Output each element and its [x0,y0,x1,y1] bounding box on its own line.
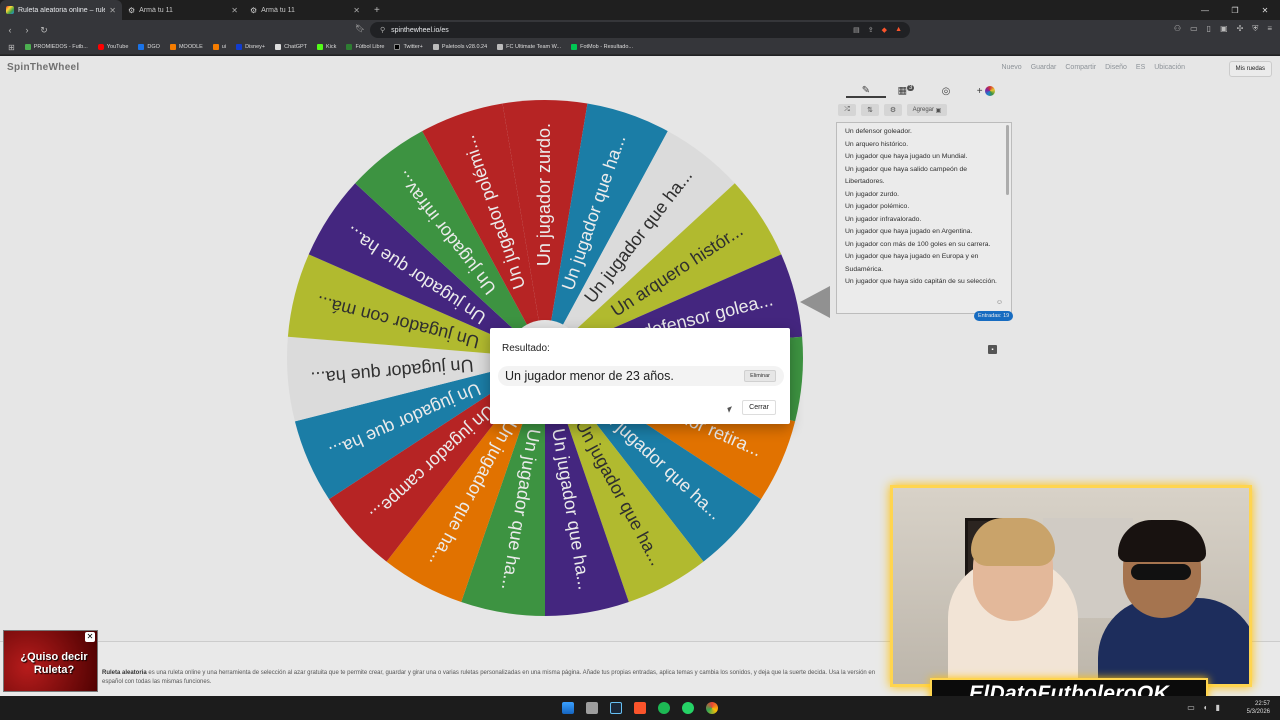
footer-text: es una ruleta online y una herramienta d… [102,670,876,685]
bookmark-icon[interactable]: 🔖︎ [355,24,365,33]
close-tab-icon[interactable]: ✕ [231,6,238,15]
bookmark-item[interactable]: FC Ultimate Team W... [497,44,561,50]
close-button[interactable]: Cerrar [742,400,776,415]
tab-title: Ruleta aleatoria online – ruleta o [18,6,106,14]
wheel-favicon-icon [6,6,14,14]
url-text: spinthewheel.io/es [391,26,449,34]
site-info-icon[interactable]: ⚲ [380,26,385,34]
share-icon[interactable]: ⇪ [868,26,874,34]
steam-icon[interactable] [610,702,622,714]
system-tray: ▭ ◖ ▮ [1187,703,1220,712]
result-text: Un jugador menor de 23 años. [505,369,674,383]
bookmark-label: DGO [147,44,160,50]
new-tab-button[interactable]: + [366,0,388,20]
result-label: Resultado: [502,343,550,354]
windows-taskbar [0,696,1280,720]
maximize-icon[interactable]: ❐ [1220,0,1250,20]
bookmark-label: ui [221,44,227,50]
chrome-icon[interactable] [706,702,718,714]
close-ad-icon[interactable]: ✕ [85,632,95,642]
streamer-left-hair [971,518,1055,566]
page-icon[interactable]: ▤ [853,26,860,34]
bookmark-label: Disney+ [245,44,266,50]
browser-tab-bar: Ruleta aleatoria online – ruleta o ✕ ⚙ A… [0,0,1280,20]
clock-time: 22:57 [1254,701,1270,707]
battery-icon[interactable]: ▮ [1216,703,1220,712]
browser-tab[interactable]: ⚙ Armá tu 11 ✕ [122,0,244,20]
bookmark-label: FC Ultimate Team W... [506,44,562,50]
bookmark-item[interactable]: Paletools v28.0.24 [432,44,488,50]
whatsapp-icon[interactable] [682,702,694,714]
streamer-right-hair [1118,520,1206,562]
spotify-icon[interactable] [658,702,670,714]
reader-icon[interactable]: ▣ [1220,24,1228,34]
bookmark-label: Kick [326,44,337,50]
brave-icon[interactable] [634,702,646,714]
result-dialog: Resultado: Un jugador menor de 23 años. … [490,328,790,424]
close-tab-icon[interactable]: ✕ [353,6,360,15]
system-clock[interactable]: 22:57 5/3/2026 [1247,700,1270,716]
brave-shield-icon[interactable]: ◆ [882,26,887,34]
bookmark-label: Twitter+ [403,44,423,50]
bookmark-item[interactable]: YouTube [97,44,129,50]
tab-title: Armá tu 11 [139,6,173,14]
wallet-icon[interactable]: ▭ [1190,24,1198,34]
bookmark-label: FotMob - Resultado... [580,44,633,50]
bookmark-label: ChatGPT [284,44,308,50]
url-field[interactable]: ⚲ spinthewheel.io/es ▤ ⇪ ◆ ▲ [370,22,910,38]
footer-description: Ruleta aleatoria es una ruleta online y … [102,669,892,687]
window-controls: — ❐ ✕ [1190,0,1280,20]
bookmark-item[interactable]: PROMIEDOS - Futb... [24,44,88,50]
ad-banner[interactable]: ¿Quiso decir Ruleta? ✕ [3,630,98,692]
close-tab-icon[interactable]: ✕ [109,6,116,15]
gear-favicon-icon: ⚙ [128,5,136,15]
bookmarks-bar: ⊞ PROMIEDOS - Futb... YouTube DGO MOODLE… [0,40,1280,55]
bookmark-item[interactable]: MOODLE [169,44,203,50]
image-toggle-icon[interactable]: ▪ [988,345,997,354]
bookmark-label: Paletools v28.0.24 [441,44,488,50]
tab-title: Armá tu 11 [261,6,295,14]
forward-icon[interactable]: › [20,25,34,35]
browser-tab[interactable]: ⚙ Armá tu 11 ✕ [244,0,366,20]
extension-icon[interactable]: ⚇ [1174,24,1181,34]
bookmark-label: PROMIEDOS - Futb... [33,44,88,50]
volume-icon[interactable]: ◖ [1203,703,1208,712]
extensions-icon[interactable]: ✣ [1237,24,1244,34]
browser-tab-active[interactable]: Ruleta aleatoria online – ruleta o ✕ [0,0,122,20]
sunglasses [1131,564,1191,580]
minimize-icon[interactable]: — [1190,0,1220,20]
alert-icon[interactable]: ▲ [895,26,902,34]
webcam-overlay [890,485,1252,687]
bookmark-item[interactable]: FotMob - Resultado... [571,44,633,50]
vpn-icon[interactable]: ⛨ [1252,24,1258,34]
bookmark-label: Fútbol Libre [355,44,385,50]
bookmark-item[interactable]: Disney+ [236,44,265,50]
bookmark-item[interactable]: ui [212,44,227,50]
clock-date: 5/3/2026 [1246,709,1270,715]
network-icon[interactable]: ▭ [1187,703,1195,712]
apps-icon[interactable]: ⊞ [8,43,15,52]
ad-text: ¿Quiso decir Ruleta? [20,651,88,676]
result-row: Un jugador menor de 23 años. Eliminar [498,366,784,386]
bookmark-item[interactable]: ChatGPT [275,44,307,50]
bookmark-item[interactable]: DGO [138,44,160,50]
windows-start-icon[interactable] [562,702,574,714]
bookmark-item[interactable]: Twitter+ [394,44,423,50]
footer-bold: Ruleta aleatoria [102,670,147,676]
back-icon[interactable]: ‹ [3,25,17,35]
menu-icon[interactable]: ≡ [1267,24,1272,34]
close-window-icon[interactable]: ✕ [1250,0,1280,20]
gear-favicon-icon: ⚙ [250,5,258,15]
bookmark-label: YouTube [106,44,129,50]
delete-button[interactable]: Eliminar [744,370,776,382]
sidebar-icon[interactable]: ▯ [1207,24,1211,34]
file-explorer-icon[interactable] [586,702,598,714]
reload-icon[interactable]: ↻ [37,25,51,36]
bookmark-item[interactable]: Fútbol Libre [346,44,384,50]
bookmark-item[interactable]: Kick [317,44,336,50]
bookmark-label: MOODLE [178,44,203,50]
browser-toolbar-right: ⚇ ▭ ▯ ▣ ✣ ⛨ ≡ [1174,24,1272,34]
